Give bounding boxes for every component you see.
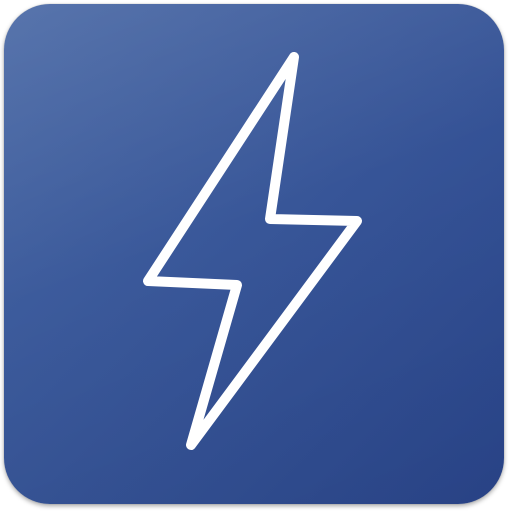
lightning-bolt-outline [143, 52, 362, 450]
icon-canvas [0, 0, 512, 512]
lightning-bolt-icon [143, 52, 362, 450]
